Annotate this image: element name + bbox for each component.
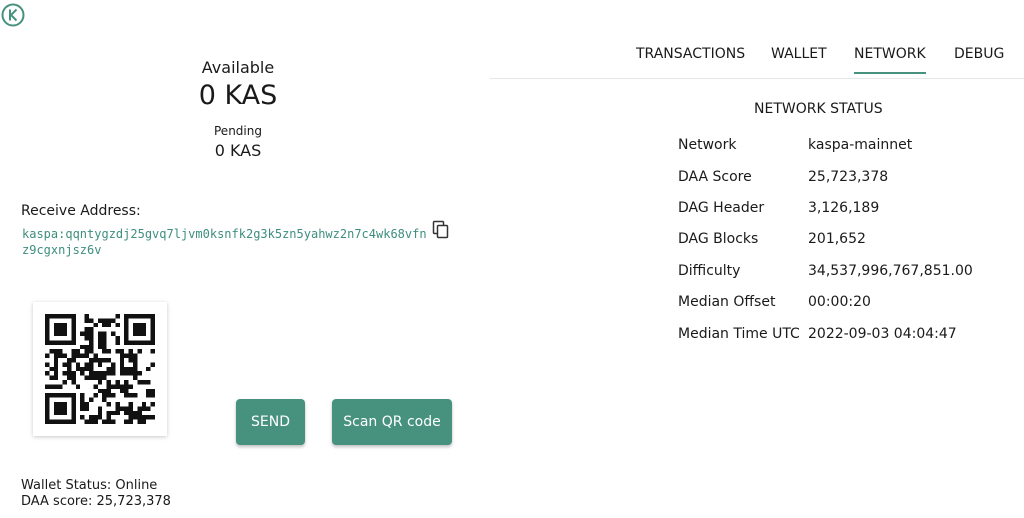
network-key: Network [678,137,737,153]
network-value: 25,723,378 [808,169,889,185]
kaspa-logo-icon[interactable] [1,3,25,27]
network-value: 00:00:20 [808,294,871,310]
network-key: Median Offset [678,294,776,310]
network-value: 34,537,996,767,851.00 [808,263,973,279]
network-value: 3,126,189 [808,200,880,216]
network-value: kaspa-mainnet [808,137,913,153]
copy-icon[interactable] [432,220,450,240]
available-balance: 0 KAS [198,80,278,111]
send-button[interactable]: SEND [236,399,305,445]
network-key: DAA Score [678,169,752,185]
tab-wallet[interactable]: WALLET [771,46,827,72]
network-key: Difficulty [678,263,741,279]
network-key: Median Time UTC [678,326,800,342]
pending-label: Pending [214,124,262,138]
pending-balance: 0 KAS [214,141,262,160]
tab-bar: TRANSACTIONS WALLET NETWORK DEBUG [490,38,1024,79]
available-label: Available [201,58,275,77]
receive-address-label: Receive Address: [21,203,141,219]
receive-address[interactable]: kaspa:qqntygzdj25gvq7ljvm0ksnfk2g3k5zn5y… [22,226,427,258]
tab-debug[interactable]: DEBUG [954,46,1004,72]
wallet-status: Wallet Status: Online [21,478,158,493]
tab-transactions[interactable]: TRANSACTIONS [636,46,745,72]
tab-network[interactable]: NETWORK [854,46,926,74]
network-value: 201,652 [808,231,866,247]
wallet-daa-score: DAA score: 25,723,378 [21,494,171,509]
network-key: DAG Header [678,200,765,216]
network-key: DAG Blocks [678,231,759,247]
receive-qr-code [33,302,167,436]
network-status-title: NETWORK STATUS [754,101,883,117]
network-value: 2022-09-03 04:04:47 [808,326,957,342]
scan-qr-button[interactable]: Scan QR code [332,399,452,445]
